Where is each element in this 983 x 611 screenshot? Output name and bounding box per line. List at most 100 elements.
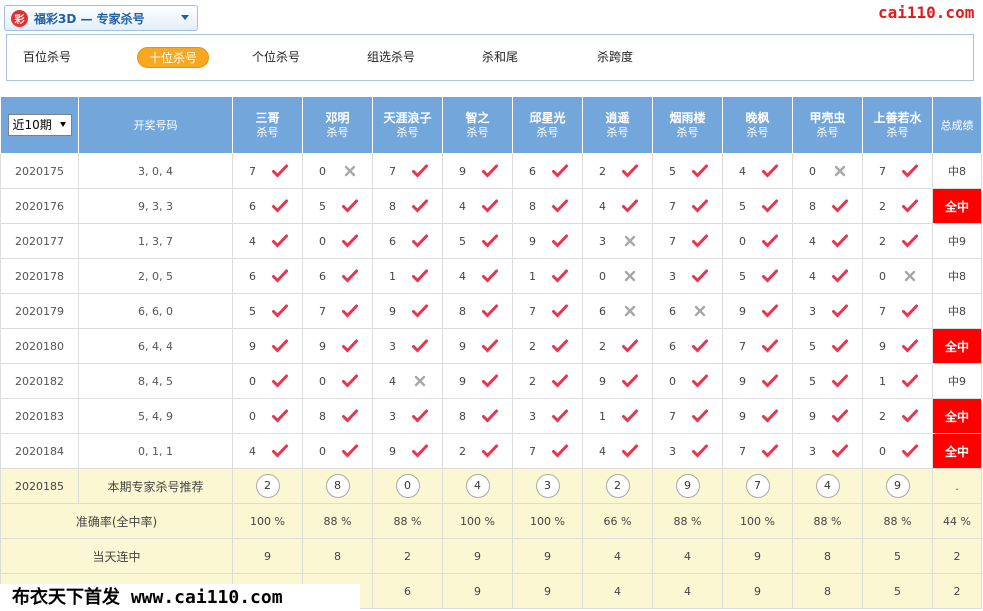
check-icon [551, 339, 568, 353]
expert-name: 晚枫 [745, 110, 770, 125]
recommend-cell: 0 [372, 468, 443, 504]
kill-number: 2 [879, 199, 886, 213]
kill-result: 3 [794, 444, 862, 458]
draw-number: 6, 4, 4 [78, 328, 233, 364]
tab-tens-kill[interactable]: 十位杀号 [137, 47, 210, 68]
check-icon [761, 409, 778, 423]
check-icon [271, 444, 288, 458]
expert-header: 三哥 杀号 [232, 96, 303, 154]
kill-cell: 9 [512, 223, 583, 259]
site-logo[interactable]: cai110.com [878, 3, 974, 22]
check-icon [481, 339, 498, 353]
table-row: 2020180 6, 4, 4 9 9 3 9 2 2 6 7 5 9 全中 [0, 328, 982, 364]
check-icon [411, 199, 428, 213]
lottery-selector[interactable]: 彩 福彩3D — 专家杀号 [4, 5, 198, 31]
kill-number: 0 [669, 374, 676, 388]
accuracy-value: 88 % [862, 503, 933, 539]
tab-sum-tail-kill[interactable]: 杀和尾 [482, 47, 518, 68]
issue-number: 2020182 [0, 363, 79, 399]
tab-hundreds-kill[interactable]: 百位杀号 [23, 47, 71, 68]
kill-result: 5 [724, 199, 792, 213]
kill-cell: 0 [302, 363, 373, 399]
cross-icon [694, 305, 705, 317]
kill-cell: 2 [442, 433, 513, 469]
kill-number: 8 [529, 199, 536, 213]
issue-number: 2020177 [0, 223, 79, 259]
kill-cell: 2 [512, 328, 583, 364]
kill-result: 5 [794, 374, 862, 388]
draw-number: 1, 3, 7 [78, 223, 233, 259]
check-icon [831, 304, 848, 318]
kill-cell: 3 [372, 398, 443, 434]
table-header: 近10期 开奖号码 三哥 杀号 邓明 杀号 天涯浪子 杀号 智之 杀号 邱星光 杀号 逍遥 杀号 烟雨楼… [0, 96, 982, 154]
total-score: . [932, 468, 982, 504]
kill-cell: 5 [722, 188, 793, 224]
check-icon [411, 164, 428, 178]
recommend-ball: 0 [395, 474, 420, 498]
check-icon [691, 164, 708, 178]
kill-result: 8 [444, 304, 512, 318]
kill-result: 2 [864, 409, 932, 423]
recommend-ball: 2 [255, 474, 280, 498]
check-icon [341, 444, 358, 458]
kill-cell: 9 [442, 363, 513, 399]
kill-number: 2 [459, 444, 466, 458]
check-icon [691, 409, 708, 423]
kill-cell: 7 [302, 293, 373, 329]
kill-result: 9 [724, 304, 792, 318]
kill-result: 9 [724, 409, 792, 423]
kill-cell: 1 [512, 258, 583, 294]
kill-number: 0 [599, 269, 606, 283]
period-select[interactable]: 近10期 [7, 114, 72, 136]
kill-number: 2 [529, 339, 536, 353]
kill-cell: 8 [442, 398, 513, 434]
kill-result: 7 [654, 409, 722, 423]
kill-number: 9 [389, 444, 396, 458]
check-icon [621, 164, 638, 178]
kill-number: 8 [809, 199, 816, 213]
tab-span-kill[interactable]: 杀跨度 [597, 47, 633, 68]
check-icon [551, 304, 568, 318]
streak-value: 8 [302, 538, 373, 574]
check-icon [271, 304, 288, 318]
row-value: 8 [792, 573, 863, 609]
check-icon [901, 199, 918, 213]
kill-number: 2 [599, 339, 606, 353]
kill-number: 6 [249, 269, 256, 283]
kill-result: 0 [304, 444, 372, 458]
expert-header: 逍遥 杀号 [582, 96, 653, 154]
kill-result: 1 [584, 409, 652, 423]
tab-units-kill[interactable]: 个位杀号 [252, 47, 300, 68]
total-score: 全中 [932, 328, 982, 364]
total-score: 中9 [932, 363, 982, 399]
accuracy-value: 66 % [582, 503, 653, 539]
check-icon [761, 304, 778, 318]
lottery-title: 福彩3D — 专家杀号 [34, 11, 145, 26]
kill-result: 4 [234, 444, 302, 458]
streak-total: 2 [932, 538, 982, 574]
kill-result: 0 [794, 164, 862, 178]
accuracy-label: 准确率(全中率) [0, 503, 233, 539]
total-score: 中8 [932, 258, 982, 294]
recommend-cell: 4 [442, 468, 513, 504]
total-score: 全中 [932, 398, 982, 434]
kill-number: 5 [809, 339, 816, 353]
kill-number: 0 [249, 374, 256, 388]
row-value: 9 [442, 573, 513, 609]
kill-cell: 6 [232, 258, 303, 294]
kill-cell: 9 [582, 363, 653, 399]
expert-name: 天涯浪子 [383, 110, 432, 125]
kill-result: 9 [444, 339, 512, 353]
kill-cell: 0 [302, 433, 373, 469]
expert-kill-table: 近10期 开奖号码 三哥 杀号 邓明 杀号 天涯浪子 杀号 智之 杀号 邱星光 杀号 逍遥 杀号 烟雨楼… [0, 96, 982, 609]
check-icon [551, 234, 568, 248]
kill-result: 3 [374, 409, 442, 423]
kill-result: 8 [374, 199, 442, 213]
recommend-ball: 9 [885, 474, 910, 498]
tab-group-kill[interactable]: 组选杀号 [367, 47, 415, 68]
kill-result: 1 [374, 269, 442, 283]
check-icon [901, 409, 918, 423]
kill-cell: 7 [722, 433, 793, 469]
check-icon [271, 164, 288, 178]
kill-cell: 1 [582, 398, 653, 434]
